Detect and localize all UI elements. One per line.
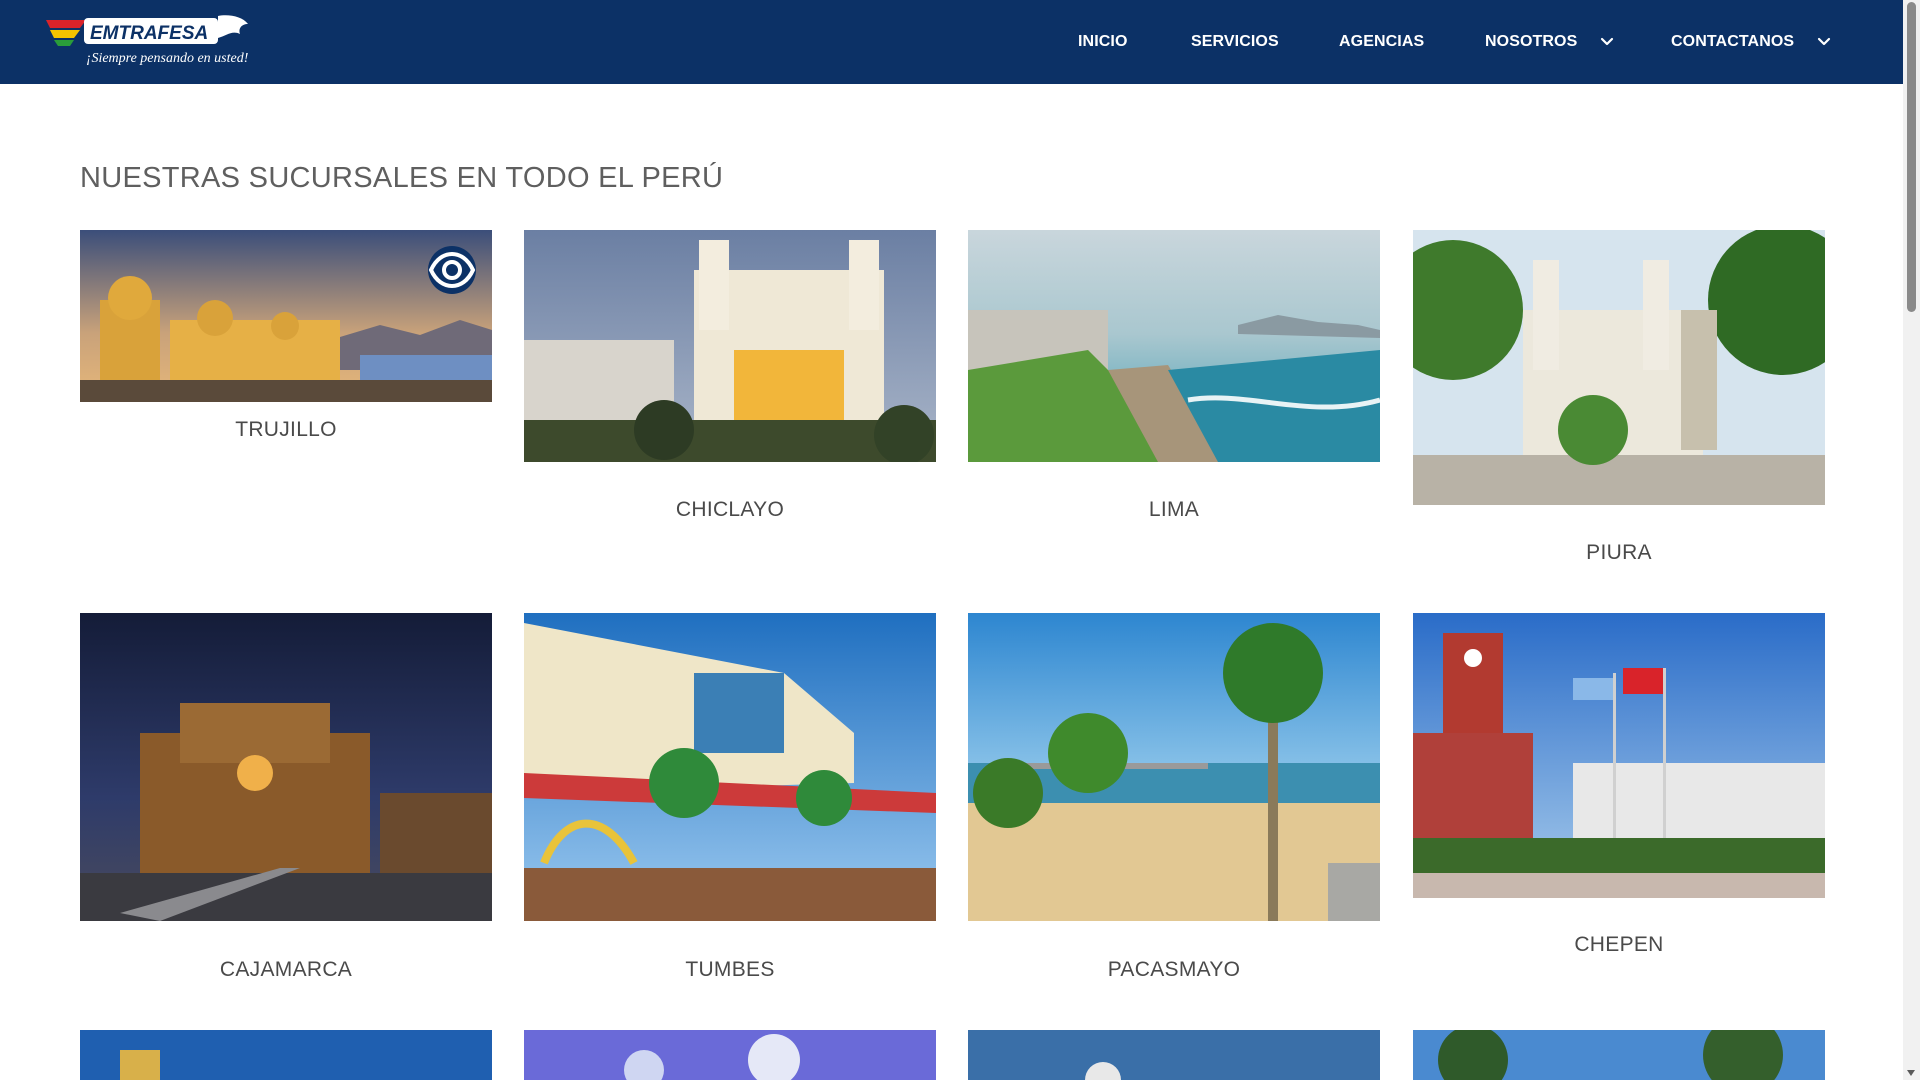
pacasmayo-beach-palms-photo: [968, 613, 1380, 921]
branch-name[interactable]: PIURA: [1413, 541, 1825, 565]
page-title: NUESTRAS SUCURSALES EN TODO EL PERÚ: [80, 162, 724, 194]
view-branch-button[interactable]: [428, 246, 476, 294]
cajamarca-cathedral-night-photo: [80, 613, 492, 921]
branch-name[interactable]: TRUJILLO: [80, 418, 492, 442]
branch-photo[interactable]: [1413, 613, 1825, 898]
piura-plaza-church-photo: [1413, 230, 1825, 505]
branch-name[interactable]: TUMBES: [524, 958, 936, 982]
branch-photo[interactable]: [524, 1030, 936, 1080]
main-nav: INICIO SERVICIOS AGENCIAS NOSOTROS CONTA…: [0, 0, 1903, 84]
top-navigation-bar: EMTRAFESA ¡Siempre pensando en usted! IN…: [0, 0, 1903, 84]
branch-photo[interactable]: [524, 613, 936, 921]
scroll-down-arrow-icon[interactable]: [1907, 1070, 1915, 1076]
branch-name[interactable]: CHEPEN: [1413, 933, 1825, 957]
branch-photo[interactable]: [968, 230, 1380, 462]
nav-agencias[interactable]: AGENCIAS: [1339, 30, 1424, 54]
eye-icon: [428, 251, 476, 289]
branch-photo[interactable]: [1413, 230, 1825, 505]
plaza-sky-photo: [524, 1030, 936, 1080]
branch-name[interactable]: PACASMAYO: [968, 958, 1380, 982]
church-tower-photo: [80, 1030, 492, 1080]
nav-contactanos-label: CONTACTANOS: [1671, 33, 1795, 50]
nav-agencias-label: AGENCIAS: [1339, 33, 1425, 50]
branch-name[interactable]: CAJAMARCA: [80, 958, 492, 982]
chiclayo-cathedral-night-photo: [524, 230, 936, 462]
chevron-down-icon: [1817, 37, 1830, 45]
branch-name[interactable]: CHICLAYO: [524, 498, 936, 522]
nav-nosotros[interactable]: NOSOTROS: [1485, 30, 1614, 54]
branch-photo[interactable]: [80, 613, 492, 921]
nav-inicio[interactable]: INICIO: [1078, 30, 1128, 54]
nav-inicio-label: INICIO: [1078, 33, 1128, 50]
vertical-scrollbar[interactable]: [1903, 0, 1920, 1080]
chevron-down-icon: [1600, 37, 1614, 45]
branch-photo[interactable]: [1413, 1030, 1825, 1080]
branch-photo[interactable]: [80, 1030, 492, 1080]
tumbes-boardwalk-photo: [524, 613, 936, 921]
lima-coastline-photo: [968, 230, 1380, 462]
branch-name[interactable]: LIMA: [968, 498, 1380, 522]
chepen-plaza-clock-tower-photo: [1413, 613, 1825, 898]
nav-servicios-label: SERVICIOS: [1191, 33, 1279, 50]
nav-nosotros-label: NOSOTROS: [1485, 33, 1578, 50]
scrollbar-thumb[interactable]: [1907, 2, 1916, 312]
branch-photo[interactable]: [968, 1030, 1380, 1080]
branch-photo[interactable]: [524, 230, 936, 462]
palm-trees-photo: [1413, 1030, 1825, 1080]
dome-church-photo: [968, 1030, 1380, 1080]
nav-contactanos[interactable]: CONTACTANOS: [1671, 30, 1831, 54]
branch-photo[interactable]: [80, 230, 492, 402]
branch-photo[interactable]: [968, 613, 1380, 921]
nav-servicios[interactable]: SERVICIOS: [1191, 30, 1279, 54]
